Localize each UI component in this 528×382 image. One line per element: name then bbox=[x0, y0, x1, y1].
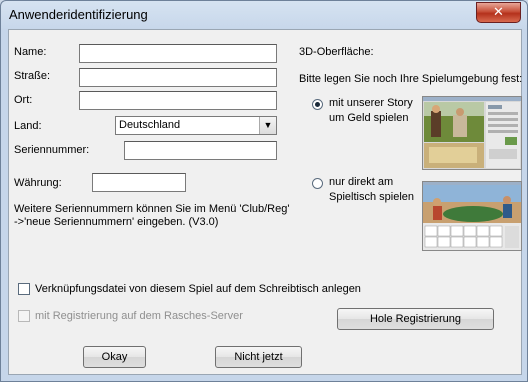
register-server-checkbox bbox=[18, 310, 30, 322]
story-mode-preview-image[interactable] bbox=[422, 96, 522, 170]
not-now-button[interactable]: Nicht jetzt bbox=[215, 346, 302, 368]
table-only-label-line1[interactable]: nur direkt am bbox=[329, 176, 393, 188]
story-mode-radio[interactable] bbox=[312, 99, 323, 110]
table-only-radio[interactable] bbox=[312, 178, 323, 189]
okay-label: Okay bbox=[101, 351, 128, 363]
close-icon: ✕ bbox=[493, 4, 504, 19]
name-input[interactable] bbox=[79, 44, 277, 63]
country-select[interactable]: Deutschland ▼ bbox=[115, 116, 277, 135]
street-input[interactable] bbox=[79, 68, 277, 87]
okay-button[interactable]: Okay bbox=[83, 346, 146, 368]
serial-label: Seriennummer: bbox=[14, 144, 90, 156]
surface-prompt: Bitte legen Sie noch Ihre Spielumgebung … bbox=[299, 73, 523, 85]
story-mode-label-line1[interactable]: mit unserer Story bbox=[329, 97, 413, 109]
window-title: Anwenderidentifizierung bbox=[9, 7, 148, 22]
currency-label: Währung: bbox=[14, 177, 62, 189]
dialog-client-area: Name: Straße: Ort: Land: Deutschland ▼ S… bbox=[8, 29, 522, 375]
table-only-label-line2[interactable]: Spieltisch spielen bbox=[329, 191, 414, 203]
country-select-value: Deutschland bbox=[119, 119, 181, 131]
dialog-window: Anwenderidentifizierung ✕ Name: Straße: … bbox=[0, 0, 528, 382]
close-button[interactable]: ✕ bbox=[476, 2, 521, 23]
desktop-shortcut-label[interactable]: Verknüpfungsdatei von diesem Spiel auf d… bbox=[35, 283, 361, 295]
serial-input[interactable] bbox=[124, 141, 277, 160]
chevron-down-icon[interactable]: ▼ bbox=[259, 117, 276, 134]
desktop-shortcut-checkbox[interactable] bbox=[18, 283, 30, 295]
title-bar: Anwenderidentifizierung ✕ bbox=[1, 1, 527, 29]
currency-input[interactable] bbox=[92, 173, 186, 192]
country-label: Land: bbox=[14, 120, 42, 132]
fetch-registration-label: Hole Registrierung bbox=[369, 313, 462, 325]
city-input[interactable] bbox=[79, 91, 277, 110]
register-server-label: mit Registrierung auf dem Rasches-Server bbox=[35, 310, 243, 322]
info-text-line1: Weitere Seriennummern können Sie im Menü… bbox=[14, 203, 290, 215]
story-mode-label-line2[interactable]: um Geld spielen bbox=[329, 112, 409, 124]
surface-heading: 3D-Oberfläche: bbox=[299, 46, 374, 58]
fetch-registration-button[interactable]: Hole Registrierung bbox=[337, 308, 494, 330]
city-label: Ort: bbox=[14, 94, 33, 106]
street-label: Straße: bbox=[14, 70, 51, 82]
table-mode-preview-image[interactable] bbox=[422, 181, 522, 251]
not-now-label: Nicht jetzt bbox=[234, 351, 283, 363]
info-text-line2: ->'neue Seriennummern' eingeben. (V3.0) bbox=[14, 216, 219, 228]
name-label: Name: bbox=[14, 46, 47, 58]
